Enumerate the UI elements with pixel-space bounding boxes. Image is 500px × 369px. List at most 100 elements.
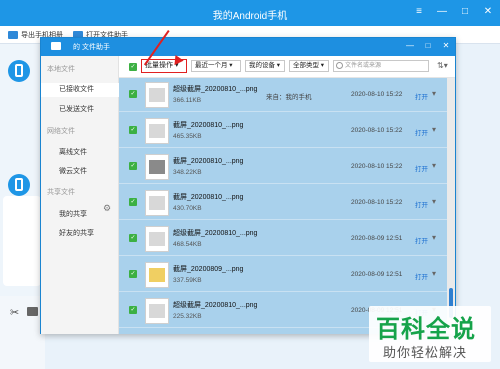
filter-bar: ✓ 批量操作 ▾ 最近一个月 ▾ 我的设备 ▾ 全部类型 ▾ 文件名或来源 ⇅▾ [119, 56, 455, 78]
file-thumbnail [145, 82, 169, 108]
file-sidebar: 本地文件 已接收文件 已发送文件 网络文件 离线文件 微云文件 共享文件 ⚙ 我… [41, 56, 119, 334]
more-icon[interactable]: ▾ [432, 233, 436, 242]
file-name: 截屏_20200809_...png [173, 266, 244, 273]
sidebar-item-friend-share[interactable]: 好友的共享 [59, 228, 94, 238]
open-file-link[interactable]: 打开 [415, 163, 428, 173]
open-file-link[interactable]: 打开 [415, 235, 428, 245]
maximize-icon[interactable]: □ [459, 6, 471, 18]
close-icon[interactable]: ✕ [441, 41, 451, 51]
row-checkbox[interactable]: ✓ [129, 162, 137, 170]
sidebar-item-offline[interactable]: 离线文件 [59, 147, 87, 157]
file-date: 2020-08-10 15:22 [351, 91, 403, 98]
file-name: 截屏_20200810_...png [173, 122, 244, 129]
row-checkbox[interactable]: ✓ [129, 306, 137, 314]
time-filter-dropdown[interactable]: 最近一个月 ▾ [191, 60, 241, 72]
device-filter-label: 我的设备 [249, 62, 275, 69]
type-filter-dropdown[interactable]: 全部类型 ▾ [289, 60, 329, 72]
watermark-subtitle: 助你轻松解决 [383, 345, 468, 360]
dialog-title: 的 文件助手 [73, 44, 110, 51]
time-filter-label: 最近一个月 [195, 62, 228, 69]
file-row[interactable]: ✓ 截屏_20200809_...png 337.59KB 2020-08-09… [119, 258, 447, 292]
sidebar-group-shared: 共享文件 [47, 189, 75, 196]
file-thumbnail [145, 298, 169, 324]
file-date: 2020-08-10 15:22 [351, 163, 403, 170]
file-row[interactable]: ✓ 超级截屏_20200810_...png 366.11KB 来自：我的手机 … [119, 78, 447, 112]
search-icon [336, 62, 343, 69]
file-size: 468.54KB [173, 241, 202, 248]
file-size: 465.35KB [173, 133, 202, 140]
file-thumbnail [145, 154, 169, 180]
maximize-icon[interactable]: □ [423, 41, 433, 51]
more-icon[interactable]: ▾ [432, 197, 436, 206]
minimize-icon[interactable]: — [405, 41, 415, 51]
more-icon[interactable]: ▾ [432, 125, 436, 134]
file-row[interactable]: ✓ 截屏_20200810_...png 430.70KB 2020-08-10… [119, 186, 447, 220]
file-source: 来自：我的手机 [266, 94, 312, 101]
file-size: 348.22KB [173, 169, 202, 176]
phone-icon [15, 64, 23, 77]
row-checkbox[interactable]: ✓ [129, 90, 137, 98]
sidebar-item-my-share[interactable]: 我的共享 [59, 209, 87, 219]
file-list: ✓ 超级截屏_20200810_...png 366.11KB 来自：我的手机 … [119, 78, 455, 334]
file-size: 225.32KB [173, 313, 202, 320]
sidebar-group-network: 网络文件 [47, 128, 75, 135]
more-icon[interactable]: ▾ [432, 89, 436, 98]
minimize-icon[interactable]: — [436, 6, 448, 18]
file-size: 366.11KB [173, 97, 202, 104]
row-checkbox[interactable]: ✓ [129, 198, 137, 206]
sidebar-item-sent[interactable]: 已发送文件 [59, 104, 94, 114]
menu-icon[interactable]: ≡ [413, 6, 425, 18]
folder-icon [51, 42, 61, 50]
sidebar-item-weiyun[interactable]: 微云文件 [59, 166, 87, 176]
phone-icon-2 [15, 178, 23, 191]
list-scrollbar[interactable] [447, 78, 455, 334]
search-placeholder: 文件名或来源 [345, 63, 382, 69]
row-checkbox[interactable]: ✓ [129, 126, 137, 134]
device-filter-dropdown[interactable]: 我的设备 ▾ [245, 60, 285, 72]
select-all-checkbox[interactable]: ✓ [129, 63, 137, 71]
open-file-link[interactable]: 打开 [415, 199, 428, 209]
search-input[interactable]: 文件名或来源 [333, 60, 429, 72]
batch-operation-label: 批量操作 [145, 62, 173, 69]
sidebar-item-received[interactable]: 已接收文件 [41, 83, 119, 97]
row-checkbox[interactable]: ✓ [129, 270, 137, 278]
open-file-link[interactable]: 打开 [415, 127, 428, 137]
gear-icon[interactable]: ⚙ [103, 203, 111, 214]
file-row[interactable]: ✓ 超级截屏_20200810_...png 468.54KB 2020-08-… [119, 222, 447, 256]
window-controls: ≡ — □ ✕ [413, 6, 494, 18]
file-date: 2020-08-10 15:22 [351, 127, 403, 134]
dialog-controls: — □ ✕ [405, 41, 451, 51]
file-thumbnail [145, 226, 169, 252]
file-thumbnail [145, 190, 169, 216]
file-date: 2020-08-10 15:22 [351, 199, 403, 206]
dialog-titlebar: 的 文件助手 — □ ✕ [41, 38, 455, 56]
open-file-link[interactable]: 打开 [415, 271, 428, 281]
side-card [3, 196, 41, 286]
watermark: 百科全说 助你轻松解决 [369, 306, 491, 362]
file-thumbnail [145, 262, 169, 288]
file-size: 430.70KB [173, 205, 202, 212]
photo-icon [8, 30, 18, 39]
sidebar-group-local: 本地文件 [47, 66, 75, 73]
more-icon[interactable]: ▾ [432, 269, 436, 278]
file-helper-dialog: 的 文件助手 — □ ✕ 本地文件 已接收文件 已发送文件 网络文件 离线文件 … [40, 37, 456, 334]
file-name: 超级截屏_20200810_...png [173, 230, 258, 237]
file-name: 截屏_20200810_...png [173, 158, 244, 165]
type-filter-label: 全部类型 [293, 62, 319, 69]
scissors-icon[interactable]: ✂ [10, 306, 19, 319]
file-row[interactable]: ✓ 截屏_20200810_...png 348.22KB 2020-08-10… [119, 150, 447, 184]
row-checkbox[interactable]: ✓ [129, 234, 137, 242]
sort-icon[interactable]: ⇅▾ [437, 61, 448, 70]
more-icon[interactable]: ▾ [432, 161, 436, 170]
file-thumbnail [145, 118, 169, 144]
file-date: 2020-08-09 12:51 [351, 271, 403, 278]
file-name: 超级截屏_20200810_...png [173, 302, 258, 309]
open-file-link[interactable]: 打开 [415, 91, 428, 101]
file-row[interactable]: ✓ 截屏_20200810_...png 465.35KB 2020-08-10… [119, 114, 447, 148]
close-icon[interactable]: ✕ [482, 6, 494, 18]
watermark-title: 百科全说 [376, 316, 476, 343]
folder-icon[interactable] [27, 307, 38, 316]
bottom-tools [0, 296, 45, 369]
file-date: 2020-08-09 12:51 [351, 235, 403, 242]
app-titlebar: 我的Android手机 ≡ — □ ✕ [0, 0, 500, 26]
